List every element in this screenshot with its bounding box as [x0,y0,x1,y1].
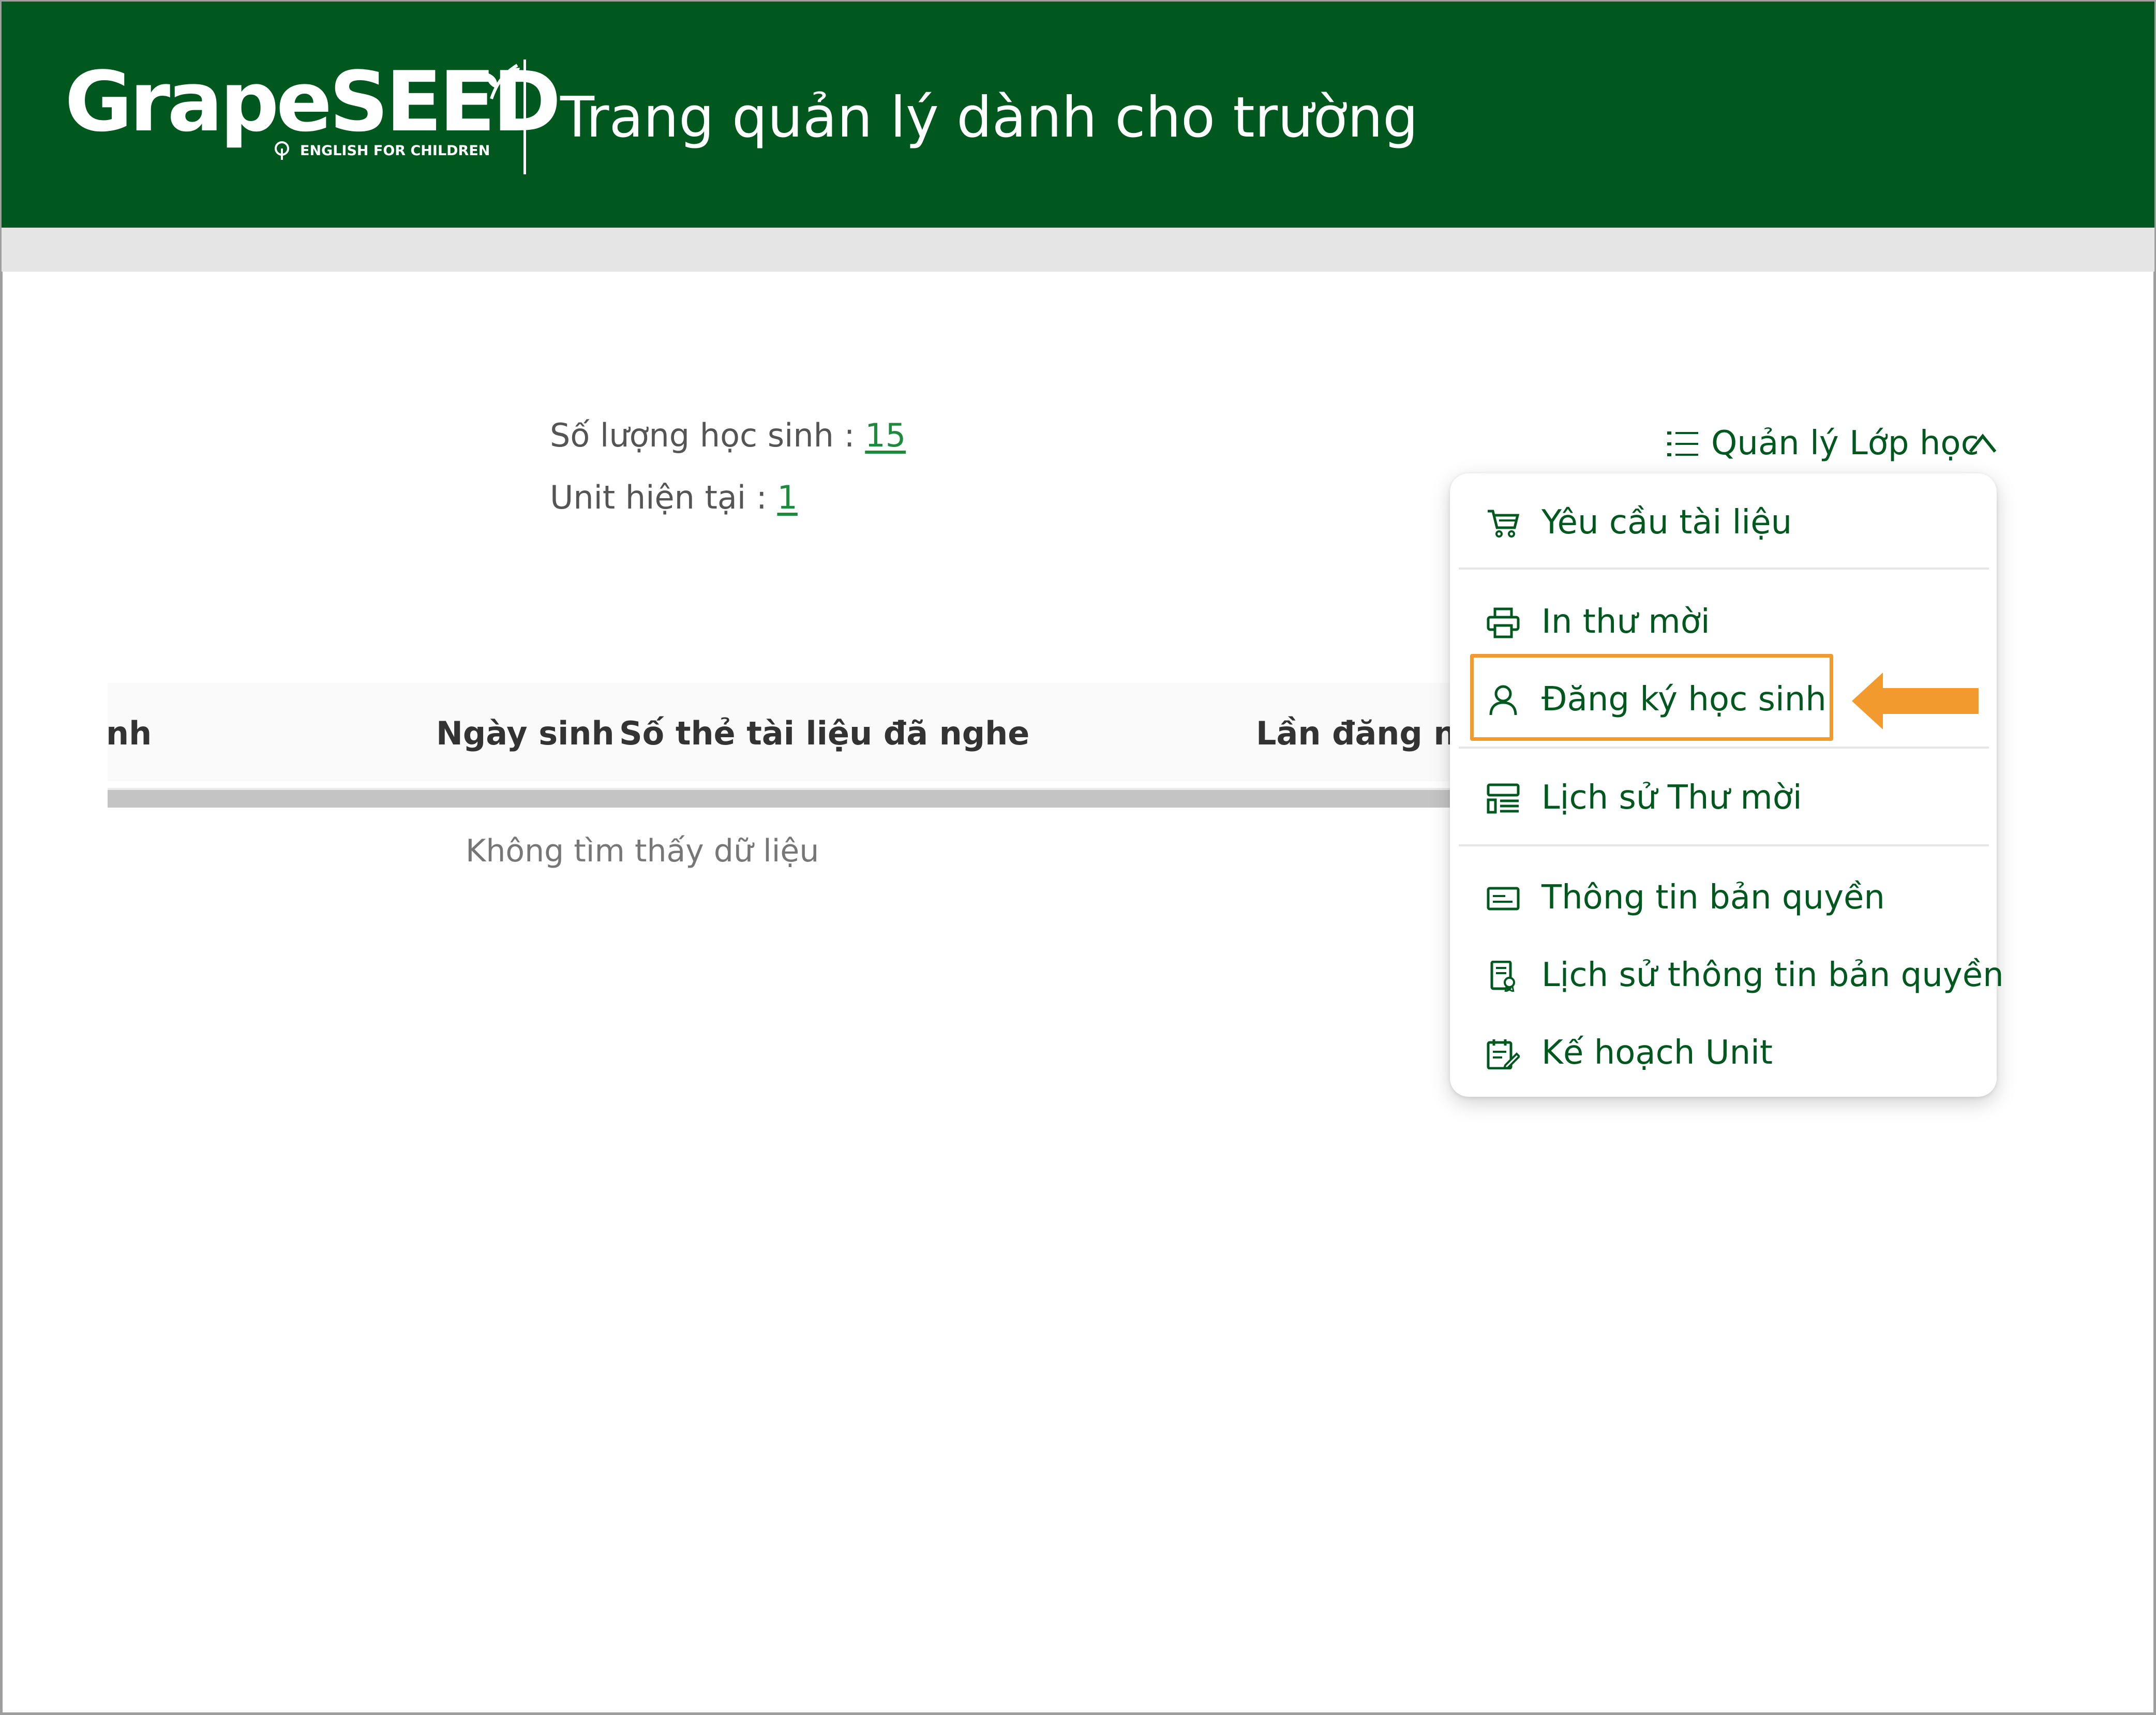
grapeseed-logo[interactable]: GrapeSEED ENGLISH FOR CHILDREN [65,57,561,169]
menu-item-label: In thư mời [1541,603,1710,641]
highlight-box [1470,654,1833,741]
page-title: Trang quản lý dành cho trường [560,85,1418,150]
empty-table-message: Không tìm thấy dữ liệu [466,833,819,869]
menu-item-label: Lịch sử thông tin bản quyền [1541,956,2004,994]
menu-item-invitation-history[interactable]: Lịch sử Thư mời [1479,769,1986,826]
invitation-history-icon [1487,783,1520,814]
menu-item-request-materials[interactable]: Yêu cầu tài liệu [1479,494,1986,551]
student-count-link[interactable]: 15 [865,416,906,454]
header-divider [523,59,526,174]
menu-divider [1459,747,1989,749]
column-header-cards-listened[interactable]: Số thẻ tài liệu đã nghe [619,713,1029,754]
table-horizontal-scrollbar[interactable] [108,788,1453,808]
student-count-row: Số lượng học sinh : 15 [550,415,906,456]
leaf-icon [486,64,520,99]
unit-plan-icon [1487,1039,1520,1069]
menu-item-license-history[interactable]: Lịch sử thông tin bản quyền [1479,947,2004,1004]
header-subbar [2,228,2154,272]
list-icon [1667,431,1698,456]
chevron-up-icon [1969,434,1997,453]
logo-tagline: ENGLISH FOR CHILDREN [300,143,490,159]
menu-item-label: Thông tin bản quyền [1541,878,1885,917]
column-header-last-login[interactable]: Lần đăng nh [1256,713,1479,754]
class-management-label: Quản lý Lớp học [1711,424,1979,463]
tree-mark-icon [275,141,289,160]
app-header: GrapeSEED ENGLISH FOR CHILDREN Trang quả… [2,2,2154,228]
menu-item-label: Lịch sử Thư mời [1541,779,1802,817]
menu-item-label: Kế hoạch Unit [1541,1034,1773,1072]
arrow-left-icon [1852,673,1979,729]
column-header-name[interactable]: nh [106,713,152,754]
current-unit-link[interactable]: 1 [777,479,797,516]
menu-item-label: Yêu cầu tài liệu [1541,503,1792,542]
column-header-birthdate[interactable]: Ngày sinh [436,713,615,754]
class-management-dropdown-toggle[interactable]: Quản lý Lớp học [1666,420,2002,467]
cart-icon [1488,510,1520,538]
printer-icon [1487,607,1520,638]
menu-item-print-invitation[interactable]: In thư mời [1479,593,1986,650]
current-unit-row: Unit hiện tại : 1 [550,477,798,518]
student-count-label: Số lượng học sinh : [550,416,855,454]
menu-divider [1459,844,1989,846]
menu-divider [1459,568,1989,570]
menu-item-license-info[interactable]: Thông tin bản quyền [1479,869,1986,926]
current-unit-label: Unit hiện tại : [550,479,767,516]
license-history-icon [1490,961,1515,992]
menu-item-unit-plan[interactable]: Kế hoạch Unit [1479,1024,1986,1081]
license-card-icon [1487,887,1520,911]
